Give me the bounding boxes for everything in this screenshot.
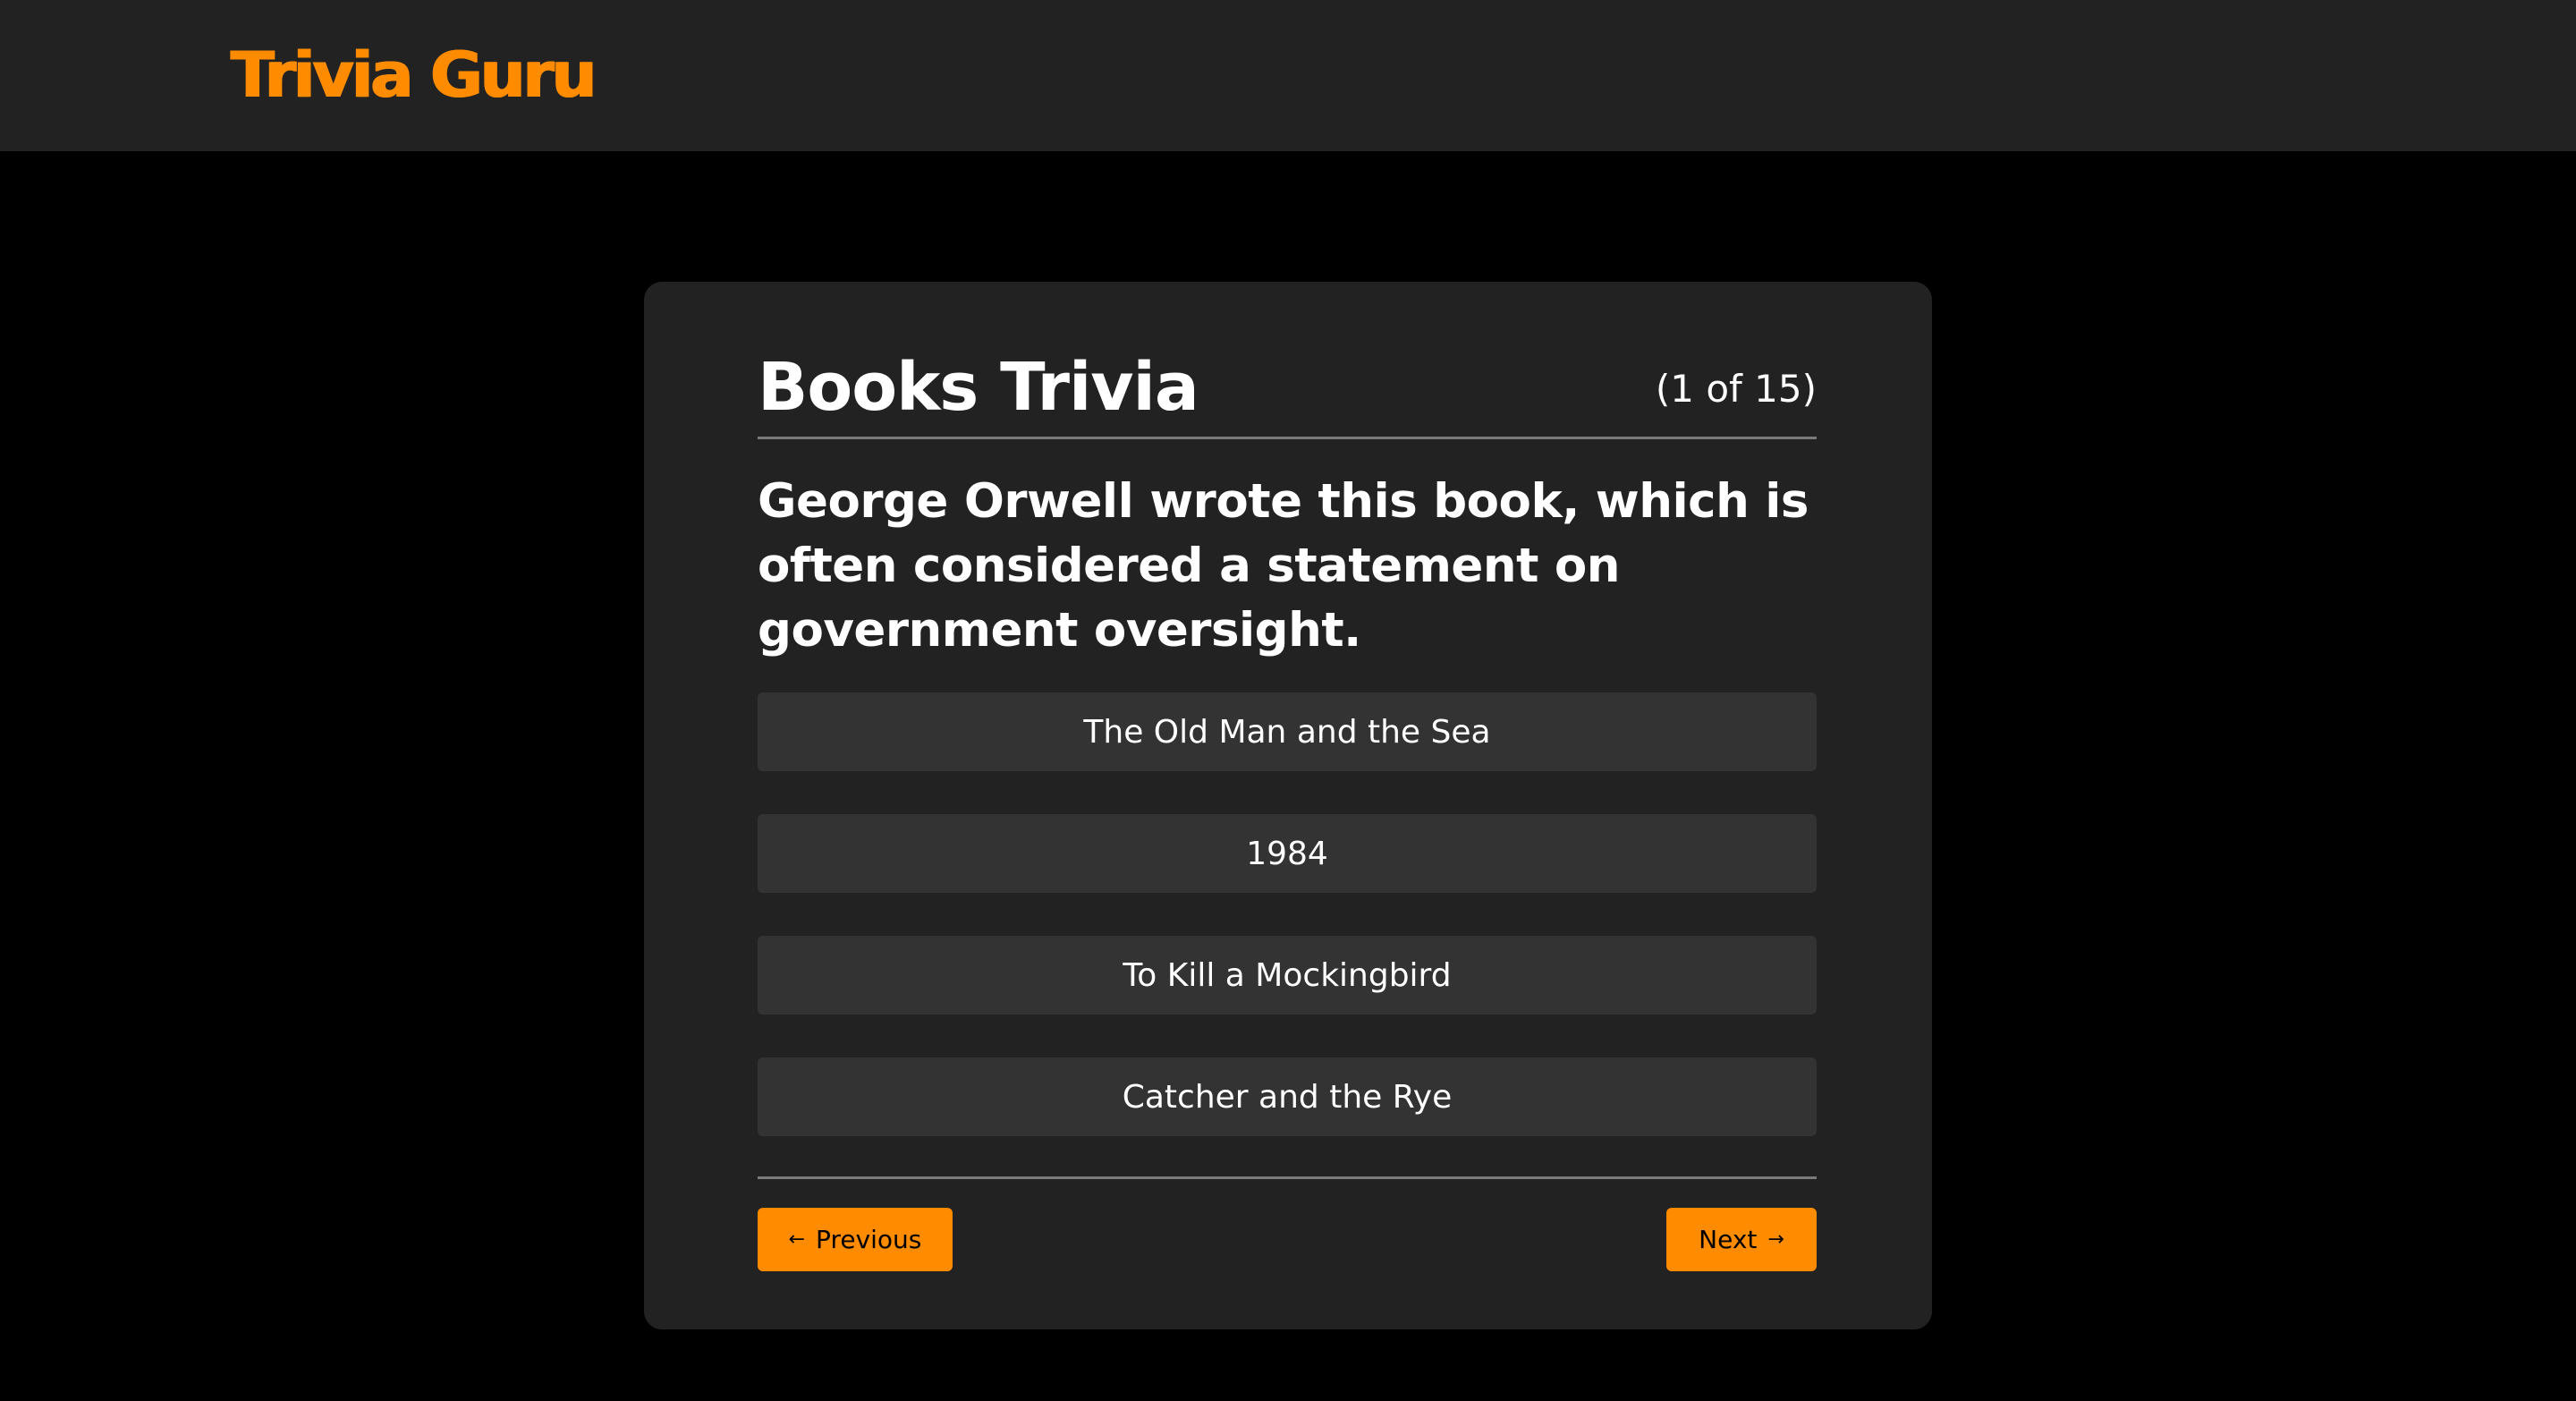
question-counter: (1 of 15) <box>1655 367 1817 411</box>
question-text: George Orwell wrote this book, which is … <box>758 474 1809 658</box>
answer-option[interactable]: 1984 <box>758 814 1817 893</box>
previous-button[interactable]: ← Previous <box>758 1208 953 1271</box>
previous-button-label: Previous <box>816 1225 922 1254</box>
answer-option[interactable]: The Old Man and the Sea <box>758 692 1817 771</box>
arrow-left-icon: ← <box>788 1227 806 1251</box>
next-button-label: Next <box>1699 1225 1758 1254</box>
next-button[interactable]: Next → <box>1666 1208 1817 1271</box>
answer-list: The Old Man and the Sea 1984 To Kill a M… <box>758 692 1817 1179</box>
arrow-right-icon: → <box>1767 1227 1784 1251</box>
answer-option[interactable]: Catcher and the Rye <box>758 1057 1817 1136</box>
top-navbar: Trivia Guru <box>0 0 2576 151</box>
quiz-card: Books Trivia (1 of 15) George Orwell wro… <box>644 282 1932 1329</box>
footer-divider <box>758 1176 1817 1179</box>
answer-option[interactable]: To Kill a Mockingbird <box>758 936 1817 1015</box>
quiz-header: Books Trivia (1 of 15) <box>758 335 1817 439</box>
quiz-title: Books Trivia <box>758 349 1199 426</box>
brand-logo[interactable]: Trivia Guru <box>231 34 597 116</box>
